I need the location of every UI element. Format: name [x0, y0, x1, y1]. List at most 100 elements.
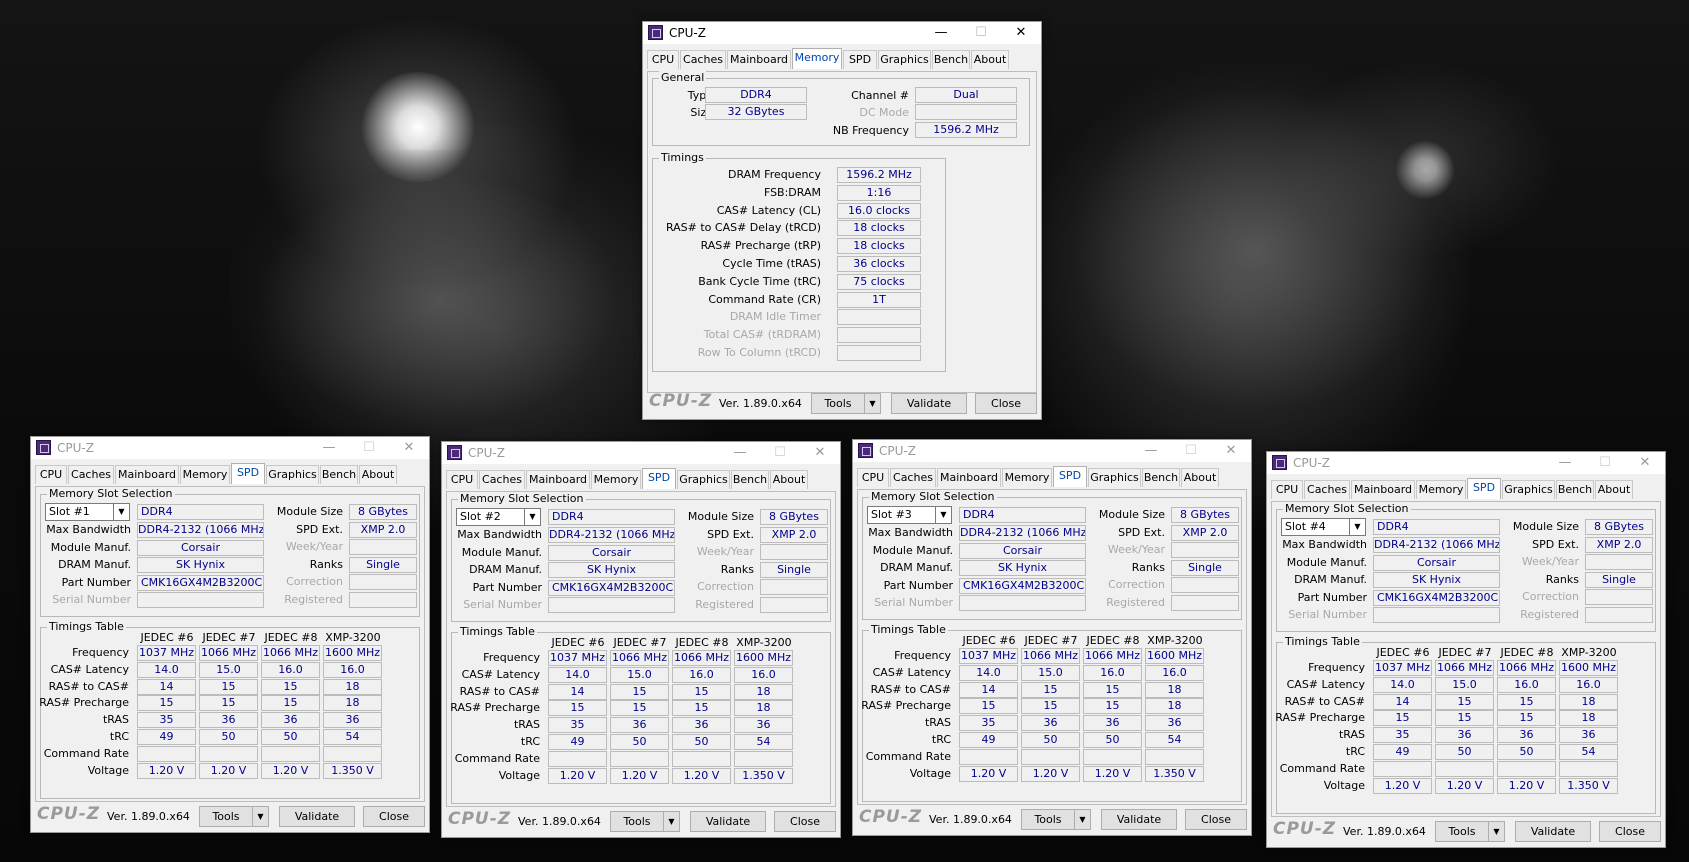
- dram-manuf-value: SK Hynix: [548, 562, 675, 578]
- maximize-icon[interactable]: ☐: [961, 24, 1001, 42]
- maximize-icon[interactable]: ☐: [1171, 442, 1211, 460]
- tab-spd[interactable]: SPD: [231, 463, 265, 484]
- dropdown-arrow-icon[interactable]: ▼: [524, 509, 540, 525]
- tab-spd[interactable]: SPD: [1053, 466, 1087, 487]
- slot-select[interactable]: Slot #3 ▼: [867, 506, 952, 524]
- close-icon[interactable]: ✕: [389, 439, 429, 457]
- tab-memory[interactable]: Memory: [591, 470, 641, 489]
- tab-graphics[interactable]: Graphics: [677, 470, 730, 489]
- dropdown-arrow-icon[interactable]: ▼: [1349, 519, 1365, 535]
- max-bandwidth-value: DDR4-2132 (1066 MHz): [1373, 537, 1500, 553]
- timing-cell: 18: [1559, 710, 1618, 727]
- tab-cpu[interactable]: CPU: [35, 465, 67, 484]
- minimize-icon[interactable]: —: [1131, 442, 1171, 460]
- close-icon[interactable]: ✕: [1211, 442, 1251, 460]
- tab-graphics[interactable]: Graphics: [266, 465, 319, 484]
- close-button[interactable]: Close: [774, 811, 836, 832]
- close-button[interactable]: Close: [975, 393, 1037, 414]
- validate-button[interactable]: Validate: [1515, 821, 1591, 842]
- tab-caches[interactable]: Caches: [479, 470, 525, 489]
- tab-about[interactable]: About: [1181, 468, 1219, 487]
- dropdown-arrow-icon[interactable]: ▼: [663, 812, 679, 831]
- tab-bench[interactable]: Bench: [1556, 480, 1594, 499]
- close-button[interactable]: Close: [363, 806, 425, 827]
- tab-cpu[interactable]: CPU: [857, 468, 889, 487]
- tab-bench[interactable]: Bench: [731, 470, 769, 489]
- minimize-icon[interactable]: —: [921, 24, 961, 42]
- tab-caches[interactable]: Caches: [1304, 480, 1350, 499]
- tab-memory[interactable]: Memory: [180, 465, 230, 484]
- tab-cpu[interactable]: CPU: [1271, 480, 1303, 499]
- tab-memory[interactable]: Memory: [1002, 468, 1052, 487]
- dropdown-arrow-icon[interactable]: ▼: [1488, 822, 1504, 841]
- maximize-icon[interactable]: ☐: [760, 444, 800, 462]
- tab-mainboard[interactable]: Mainboard: [937, 468, 1001, 487]
- validate-button[interactable]: Validate: [279, 806, 355, 827]
- tab-spd[interactable]: SPD: [843, 50, 877, 69]
- tab-cpu[interactable]: CPU: [446, 470, 478, 489]
- close-icon[interactable]: ✕: [1001, 24, 1041, 42]
- dropdown-arrow-icon[interactable]: ▼: [252, 807, 268, 826]
- title-bar[interactable]: CPU-Z — ☐ ✕: [1267, 452, 1665, 474]
- dropdown-arrow-icon[interactable]: ▼: [935, 507, 951, 523]
- close-icon[interactable]: ✕: [800, 444, 840, 462]
- tab-mainboard[interactable]: Mainboard: [115, 465, 179, 484]
- tab-cpu[interactable]: CPU: [647, 50, 679, 69]
- tab-mainboard[interactable]: Mainboard: [526, 470, 590, 489]
- validate-button[interactable]: Validate: [690, 811, 766, 832]
- tab-mainboard[interactable]: Mainboard: [727, 50, 791, 69]
- title-bar[interactable]: CPU-Z — ☐ ✕: [442, 442, 840, 464]
- timing-cell: [1021, 748, 1080, 765]
- tab-mainboard[interactable]: Mainboard: [1351, 480, 1415, 499]
- minimize-icon[interactable]: —: [720, 444, 760, 462]
- tab-bench[interactable]: Bench: [932, 50, 970, 69]
- tab-spd[interactable]: SPD: [642, 468, 676, 489]
- validate-button[interactable]: Validate: [1101, 809, 1177, 830]
- tab-caches[interactable]: Caches: [68, 465, 114, 484]
- tools-button[interactable]: Tools ▼: [1435, 821, 1505, 842]
- maximize-icon[interactable]: ☐: [1585, 454, 1625, 472]
- close-button[interactable]: Close: [1599, 821, 1661, 842]
- timing-row-label: CAS# Latency: [1286, 677, 1365, 691]
- title-bar[interactable]: CPU-Z — ☐ ✕: [31, 437, 429, 459]
- dropdown-arrow-icon[interactable]: ▼: [113, 504, 129, 520]
- cpuz-logo: CPU-Z: [649, 391, 713, 411]
- close-icon[interactable]: ✕: [1625, 454, 1665, 472]
- title-bar[interactable]: CPU-Z — ☐ ✕: [853, 440, 1251, 462]
- tab-spd[interactable]: SPD: [1467, 478, 1501, 499]
- tab-bench[interactable]: Bench: [1142, 468, 1180, 487]
- timing-cell: 1.20 V: [1373, 777, 1432, 794]
- tab-about[interactable]: About: [971, 50, 1009, 69]
- dropdown-arrow-icon[interactable]: ▼: [1074, 810, 1090, 829]
- tab-about[interactable]: About: [359, 465, 397, 484]
- tab-bench[interactable]: Bench: [320, 465, 358, 484]
- tab-about[interactable]: About: [1595, 480, 1633, 499]
- tab-about[interactable]: About: [770, 470, 808, 489]
- slot-select[interactable]: Slot #4 ▼: [1281, 518, 1366, 536]
- tab-graphics[interactable]: Graphics: [878, 50, 931, 69]
- dropdown-arrow-icon[interactable]: ▼: [864, 394, 880, 413]
- title-bar[interactable]: CPU-Z — ☐ ✕: [643, 22, 1041, 44]
- maximize-icon[interactable]: ☐: [349, 439, 389, 457]
- tab-caches[interactable]: Caches: [890, 468, 936, 487]
- timing-cell: 1.20 V: [1021, 765, 1080, 782]
- timing-row-label: RAS# to CAS#: [459, 684, 540, 698]
- minimize-icon[interactable]: —: [1545, 454, 1585, 472]
- memory-type-value: DDR4: [959, 507, 1086, 523]
- tab-memory[interactable]: Memory: [1416, 480, 1466, 499]
- tools-button[interactable]: Tools ▼: [1021, 809, 1091, 830]
- tools-button[interactable]: Tools ▼: [811, 393, 881, 414]
- tools-button[interactable]: Tools ▼: [610, 811, 680, 832]
- tab-graphics[interactable]: Graphics: [1502, 480, 1555, 499]
- timing-cell: 54: [734, 734, 793, 750]
- minimize-icon[interactable]: —: [309, 439, 349, 457]
- close-button[interactable]: Close: [1185, 809, 1247, 830]
- tab-caches[interactable]: Caches: [680, 50, 726, 69]
- validate-button[interactable]: Validate: [891, 393, 967, 414]
- slot-select[interactable]: Slot #1 ▼: [45, 503, 130, 521]
- tab-memory[interactable]: Memory: [792, 48, 842, 69]
- tools-button[interactable]: Tools ▼: [199, 806, 269, 827]
- tab-graphics[interactable]: Graphics: [1088, 468, 1141, 487]
- slot-select[interactable]: Slot #2 ▼: [456, 508, 541, 526]
- timings-group-label: Timings: [659, 151, 706, 164]
